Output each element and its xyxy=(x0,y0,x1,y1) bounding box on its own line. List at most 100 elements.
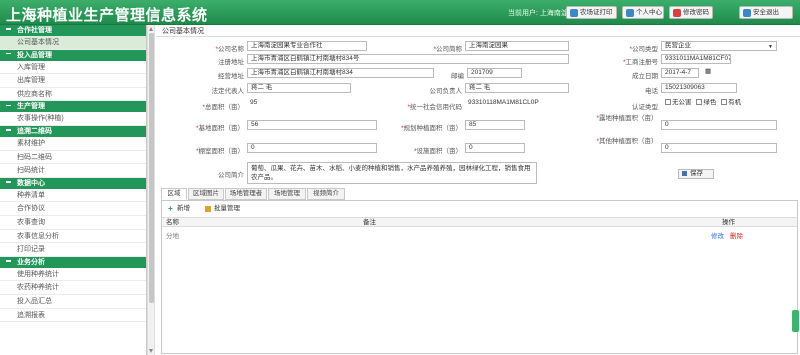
area-panel: + 新增 批量管理 名称 备注 操作 分地 修改 删除 xyxy=(161,200,798,354)
sidebar-item-print-records[interactable]: 打印记录 xyxy=(0,243,146,257)
office-address-label: 经营地址 xyxy=(218,73,244,80)
company-short-input[interactable]: 上海南淀园果 xyxy=(465,41,569,51)
tab-site-manager[interactable]: 场地管理者 xyxy=(225,188,267,200)
company-type-select[interactable]: 民营企业 ▼ xyxy=(661,41,777,51)
company-name-input[interactable]: 上海南淀园果专业合作社 xyxy=(247,41,367,51)
office-address-input[interactable]: 上海市青浦区白鹤镇江村南塘村834 xyxy=(247,68,434,78)
tab-area-images[interactable]: 区域图片 xyxy=(188,188,224,200)
app-title: 上海种植业生产管理信息系统 xyxy=(6,7,208,24)
legal-person-input[interactable]: 蒋二 毛 xyxy=(247,83,351,93)
delete-link[interactable]: 删除 xyxy=(730,232,743,242)
save-button[interactable]: 保存 xyxy=(678,169,714,179)
company-short-label: *公司简称 xyxy=(433,46,462,53)
sidebar-item-materials[interactable]: 素材维护 xyxy=(0,137,146,151)
tab-area[interactable]: 区域 xyxy=(161,188,187,200)
collapse-icon xyxy=(6,104,11,107)
print-certificate-button[interactable]: 农场证打印 xyxy=(566,6,617,19)
sidebar-item-agreements[interactable]: 合作协议 xyxy=(0,202,146,216)
cert-checkbox[interactable] xyxy=(696,99,703,106)
company-type-label: *公司类型 xyxy=(629,46,658,53)
reg-no-label: *工商注册号 xyxy=(622,59,658,66)
collapse-icon xyxy=(6,53,11,55)
sidebar-scrollbar[interactable] xyxy=(147,25,155,355)
section-title: 公司基本情况 xyxy=(156,26,800,37)
change-password-button[interactable]: 修改密码 xyxy=(669,6,713,19)
company-head-input[interactable]: 蒋二 毛 xyxy=(465,83,569,93)
zip-input[interactable]: 201709 xyxy=(467,68,522,78)
sidebar-item-farm-query[interactable]: 农事查询 xyxy=(0,216,146,230)
sidebar: 合作社管理 公司基本情况 投入品管理 入库管理 出库管理 供应商名称 生产管理 … xyxy=(0,25,147,355)
sidebar-item-usage-stats[interactable]: 使用种养统计 xyxy=(0,268,146,282)
main-content: 公司基本情况 *公司名称 上海南淀园果专业合作社 *公司简称 上海南淀园果 *公… xyxy=(156,25,800,355)
credit-code-label: *统一社会信用代码 xyxy=(407,104,462,111)
tab-video-intro[interactable]: 视频简介 xyxy=(307,188,345,200)
sidebar-item-planting-list[interactable]: 种养清单 xyxy=(0,189,146,203)
sidebar-group-inputs[interactable]: 投入品管理 xyxy=(0,49,146,61)
sidebar-group-production[interactable]: 生产管理 xyxy=(0,101,146,113)
facility-area-input[interactable]: 0 xyxy=(465,143,525,153)
planting-area-input[interactable]: 85 xyxy=(465,120,525,130)
found-date-input[interactable]: 2017-4-7 xyxy=(661,68,699,78)
scroll-thumb[interactable] xyxy=(149,33,154,303)
sidebar-item-scan-stats[interactable]: 扫码统计 xyxy=(0,164,146,178)
cert-checkbox[interactable] xyxy=(721,99,728,106)
reg-address-input[interactable]: 上海市青浦区白鹤镇江村南塘村834号 xyxy=(247,54,569,64)
logout-button[interactable]: 安全退出 xyxy=(739,6,793,19)
row-name: 分地 xyxy=(166,233,179,240)
other-planting-label: *其他种植面积（亩） xyxy=(596,138,658,145)
sidebar-item-pesticide-stats[interactable]: 农药种养统计 xyxy=(0,281,146,295)
key-icon xyxy=(673,9,681,17)
legal-person-label: 法定代表人 xyxy=(211,88,245,95)
intro-label: 公司简介 xyxy=(218,172,244,179)
add-button[interactable]: + 新增 xyxy=(167,204,190,214)
cert-checkbox[interactable] xyxy=(665,99,671,106)
company-head-label: 公司负责人 xyxy=(429,88,463,95)
sidebar-item-trace-report[interactable]: 追溯报表 xyxy=(0,309,146,323)
sidebar-group-analysis[interactable]: 业务分析 xyxy=(0,256,146,268)
reg-no-input[interactable]: 9331011MA1M81CF07 xyxy=(661,54,731,64)
found-date-label: 成立日期 xyxy=(632,73,658,80)
sidebar-item-stock-in[interactable]: 入库管理 xyxy=(0,61,146,75)
base-area-label: *基地面积（亩） xyxy=(195,125,244,132)
phone-label: 电话 xyxy=(645,88,658,95)
sidebar-item-stock-out[interactable]: 出库管理 xyxy=(0,74,146,88)
facility-area-label: *设施面积（亩） xyxy=(413,148,462,155)
other-area-input[interactable]: 0 xyxy=(661,120,777,130)
page-scroll-indicator[interactable] xyxy=(792,310,799,332)
collapse-icon xyxy=(6,129,11,131)
calendar-icon[interactable]: ▦ xyxy=(702,68,712,78)
app-header: 上海种植业生产管理信息系统 当前用户: 上海南淀园果 农场证打印 个人中心 修改… xyxy=(0,0,800,25)
edit-icon xyxy=(205,206,211,212)
dropdown-arrow-icon: ▼ xyxy=(768,44,773,50)
phone-input[interactable]: 15021309063 xyxy=(661,83,737,93)
other-planting-input[interactable]: 0 xyxy=(661,143,777,153)
sidebar-item-company-info[interactable]: 公司基本情况 xyxy=(0,36,146,50)
total-area-value: 95 xyxy=(250,99,258,106)
sidebar-item-farm-analysis[interactable]: 农事信息分析 xyxy=(0,230,146,244)
planting-area-label: *规划种植面积（亩） xyxy=(400,125,462,132)
tab-site-management[interactable]: 场地管理 xyxy=(268,188,306,200)
total-area-label: *总面积（亩） xyxy=(202,104,244,111)
table-row[interactable]: 分地 修改 删除 xyxy=(162,232,797,242)
scroll-up-icon[interactable] xyxy=(149,27,153,31)
cert-type-label: 认证类型 xyxy=(632,104,658,111)
intro-textarea[interactable]: 葡萄、瓜果、花卉、苗木、水稻、小麦的种植和销售，水产品养殖养殖，园林绿化工程，销… xyxy=(247,162,537,184)
sidebar-group-data-center[interactable]: 数据中心 xyxy=(0,177,146,189)
credit-code-value: 93310118MA1M81CL0P xyxy=(468,99,539,106)
collapse-icon xyxy=(6,260,11,262)
print-icon xyxy=(570,9,578,17)
company-name-label: *公司名称 xyxy=(215,46,244,53)
edit-link[interactable]: 修改 xyxy=(711,232,724,242)
scroll-down-icon[interactable] xyxy=(149,349,153,353)
column-actions: 操作 xyxy=(722,219,735,226)
column-name: 名称 xyxy=(166,219,179,226)
batch-manage-button[interactable]: 批量管理 xyxy=(204,204,240,214)
sidebar-item-suppliers[interactable]: 供应商名称 xyxy=(0,88,146,102)
sidebar-item-input-summary[interactable]: 投入品汇总 xyxy=(0,295,146,309)
sidebar-group-cooperative[interactable]: 合作社管理 xyxy=(0,25,146,36)
sidebar-group-traceability[interactable]: 追溯二维码 xyxy=(0,125,146,137)
collapse-icon xyxy=(6,28,11,30)
personal-center-button[interactable]: 个人中心 xyxy=(622,6,664,19)
sidebar-item-scan-qrcode[interactable]: 扫码二维码 xyxy=(0,151,146,165)
sidebar-item-farm-operations[interactable]: 农事操作(种植) xyxy=(0,112,146,126)
